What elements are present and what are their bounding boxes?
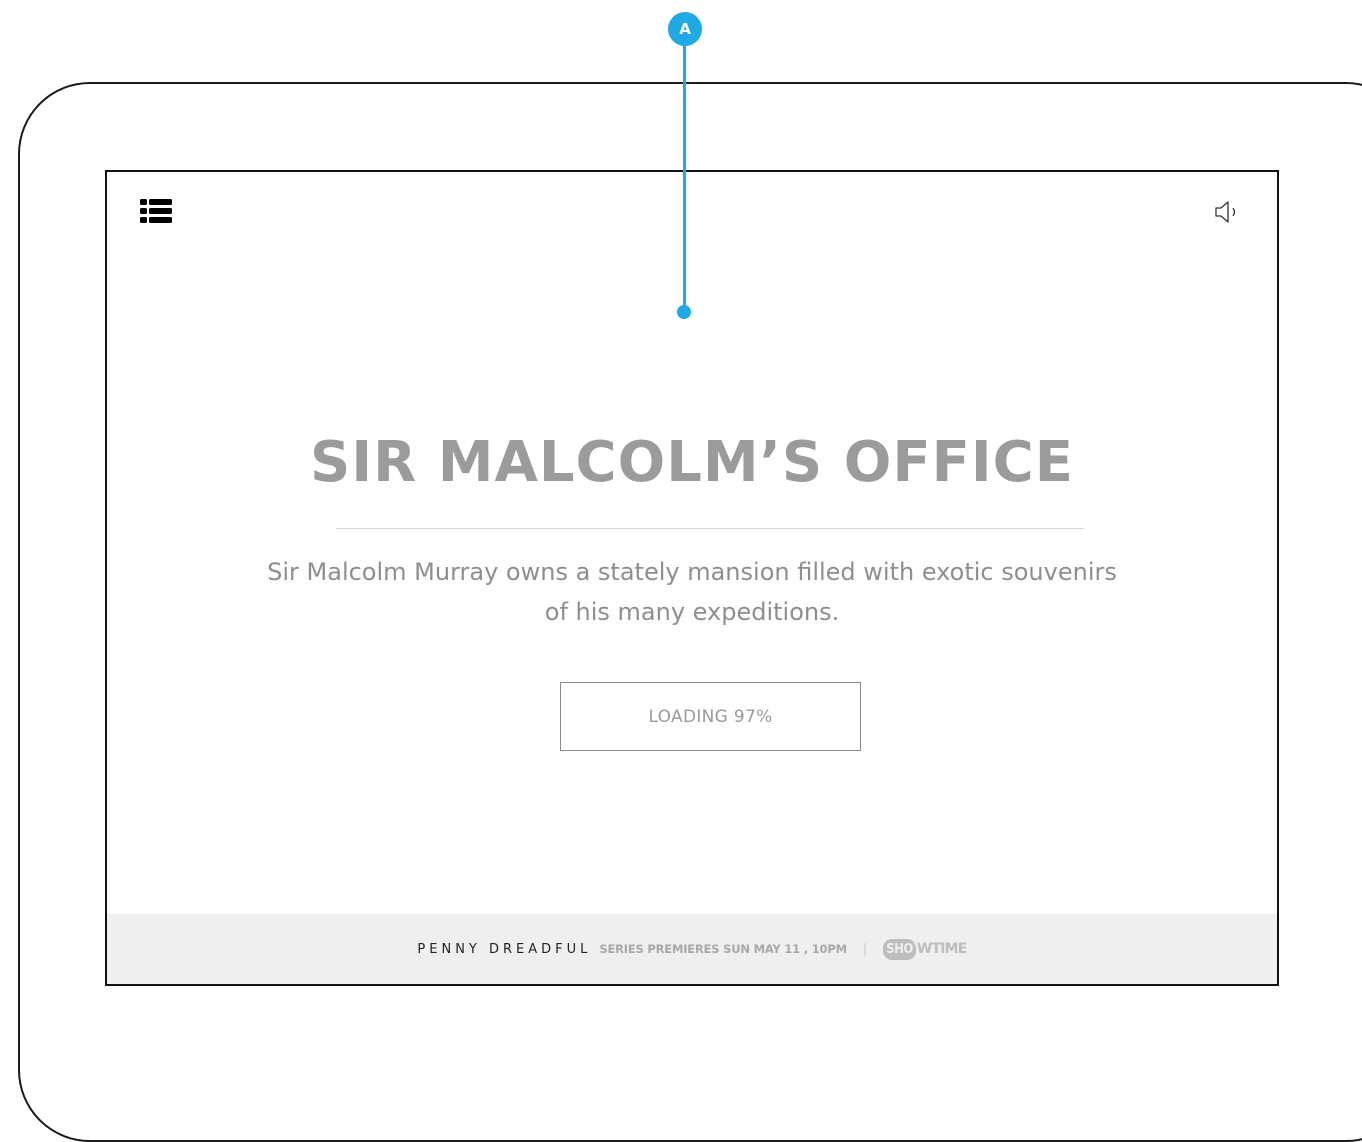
network-logo-mark: SHO — [883, 938, 916, 960]
show-name: PENNY DREADFUL — [417, 941, 592, 957]
list-menu-icon — [140, 199, 172, 223]
network-logo-text: WTIME — [916, 941, 967, 957]
list-menu-button[interactable] — [138, 196, 174, 226]
speaker-icon — [1215, 201, 1236, 223]
title-divider — [336, 528, 1084, 529]
network-logo[interactable]: SHO WTIME — [883, 938, 967, 960]
app-screen: SIR MALCOLM’S OFFICE Sir Malcolm Murray … — [105, 170, 1279, 986]
sound-toggle-button[interactable] — [1213, 200, 1243, 224]
scene-description: Sir Malcolm Murray owns a stately mansio… — [227, 552, 1157, 632]
callout-leader-line — [683, 44, 686, 310]
promo-footer: PENNY DREADFUL SERIES PREMIERES SUN MAY … — [107, 914, 1277, 984]
loading-status: LOADING 97% — [560, 682, 861, 751]
premiere-text: SERIES PREMIERES SUN MAY 11 , 10PM — [599, 942, 847, 956]
description-line-2: of his many expeditions. — [544, 598, 840, 626]
scene-title: SIR MALCOLM’S OFFICE — [309, 430, 1075, 495]
callout-anchor-dot — [677, 305, 691, 319]
description-line-1: Sir Malcolm Murray owns a stately mansio… — [267, 558, 1117, 586]
footer-separator: | — [862, 941, 868, 957]
callout-badge: A — [668, 12, 702, 46]
